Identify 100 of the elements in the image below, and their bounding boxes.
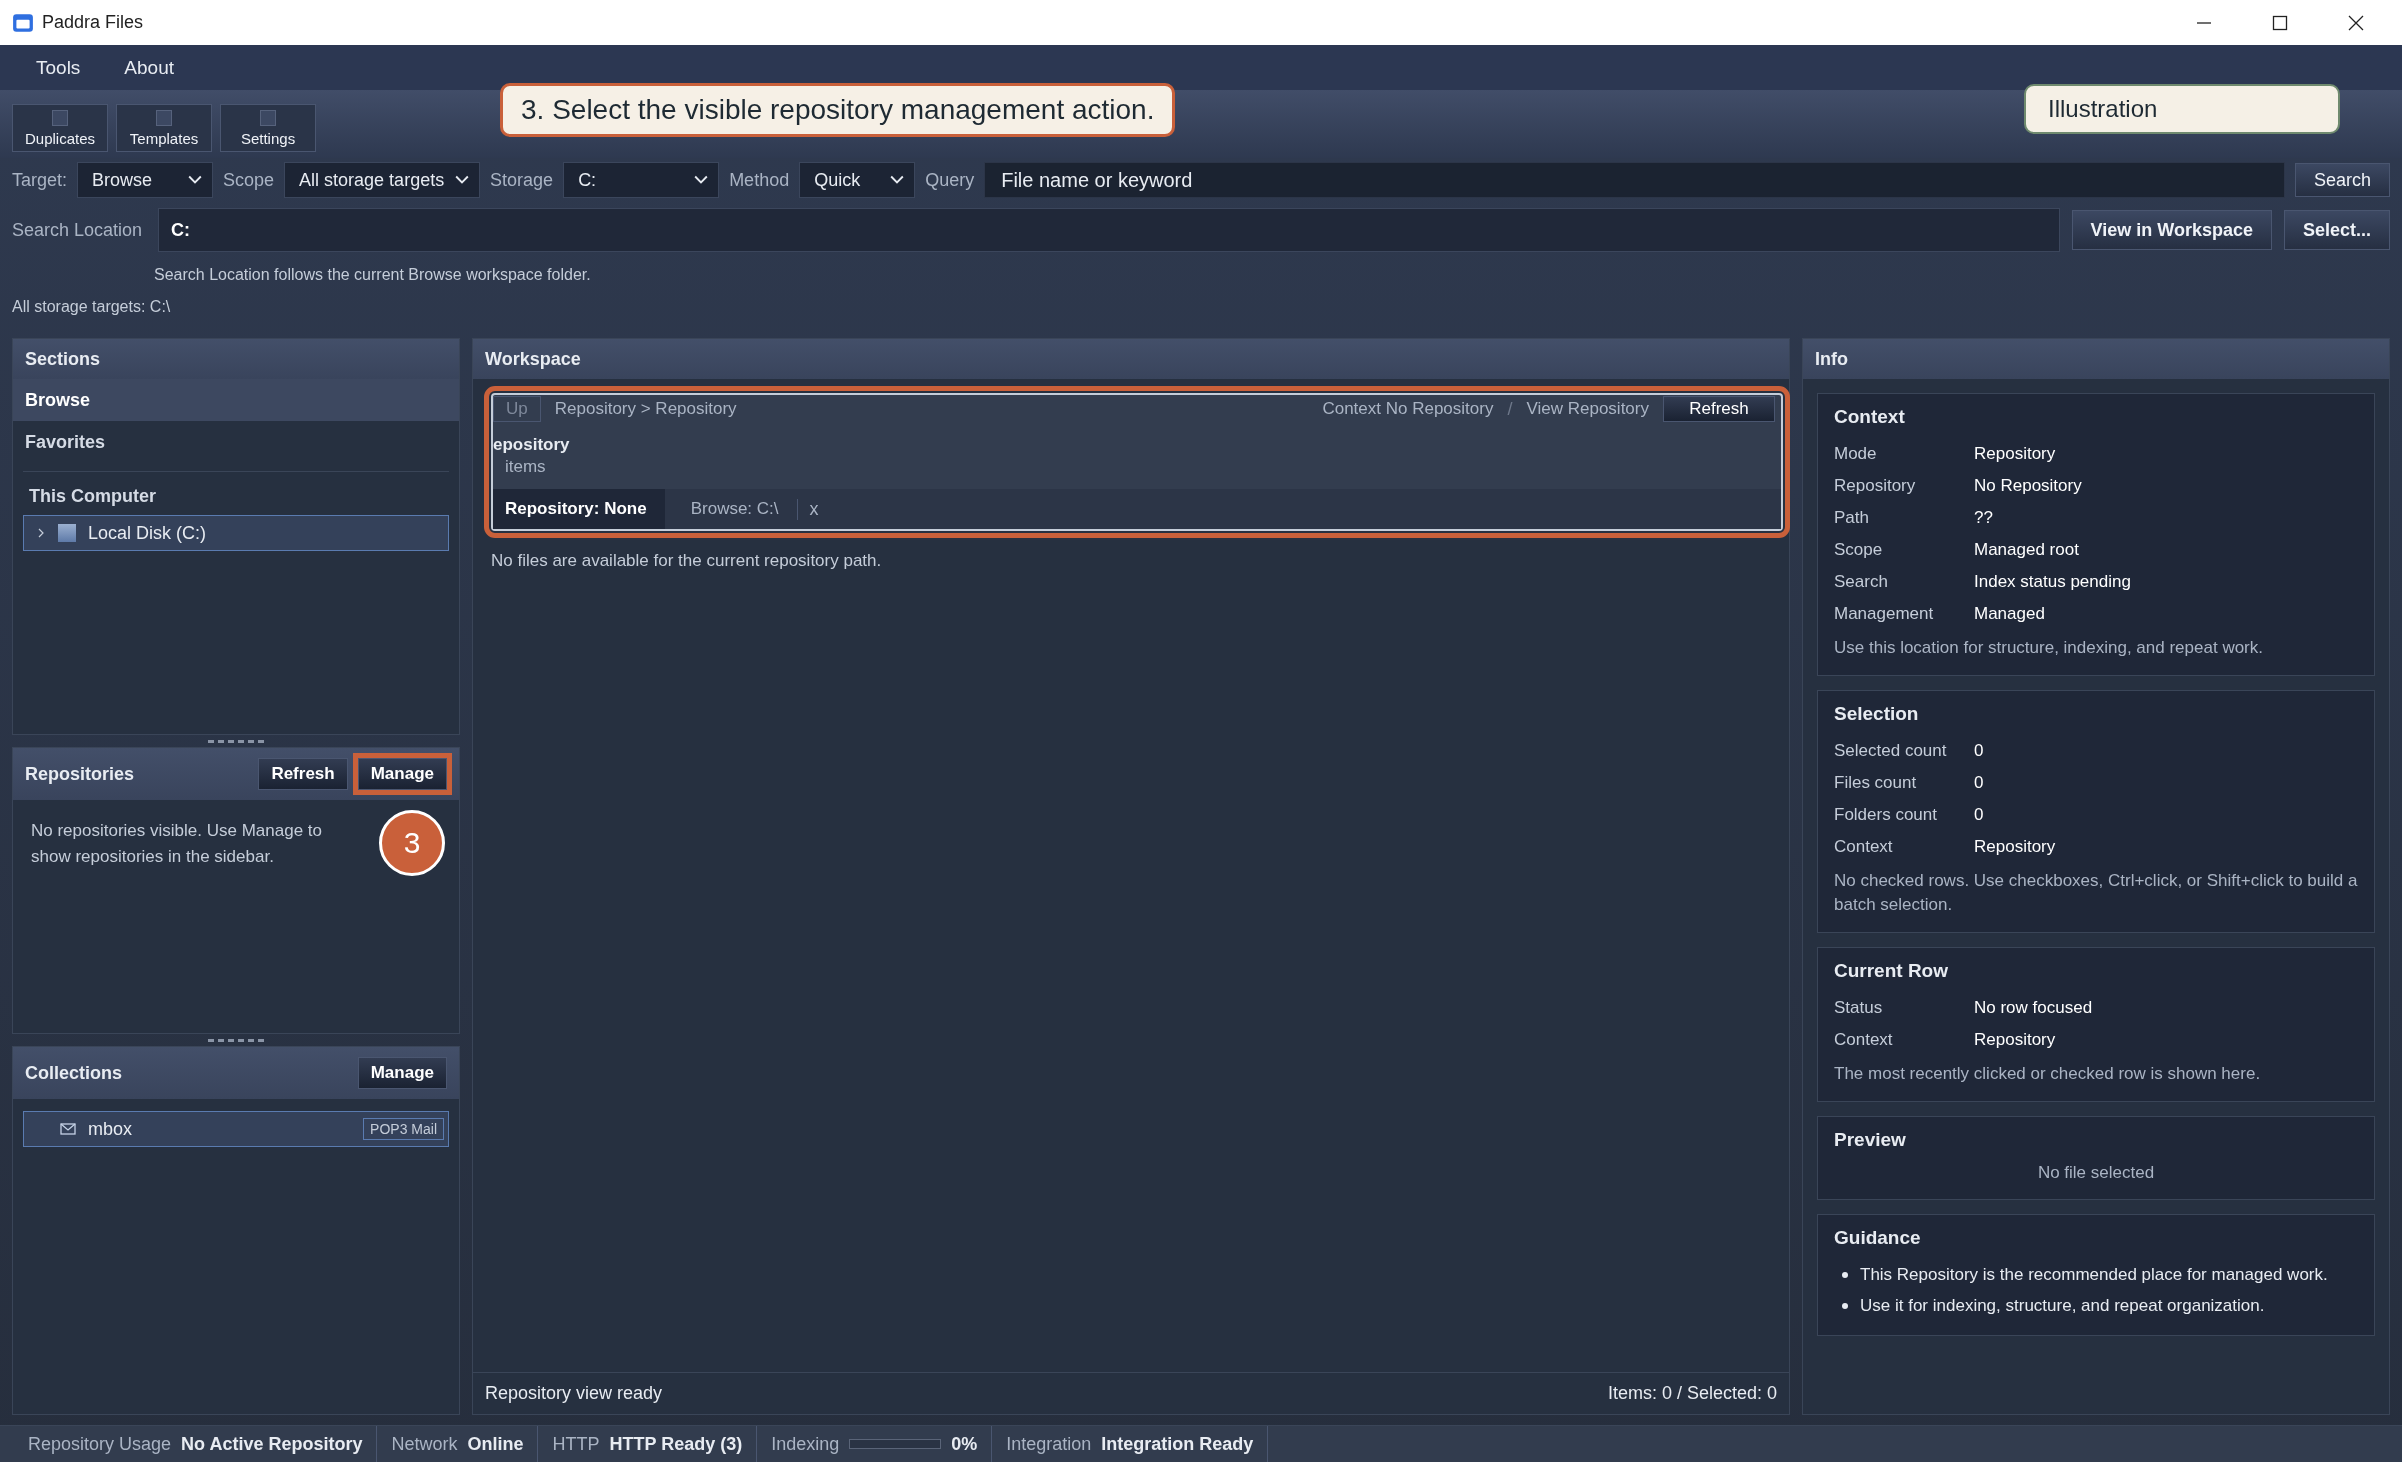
- field-label: Mode: [1834, 444, 1878, 464]
- status-label: Repository Usage: [28, 1433, 172, 1455]
- toolbar-button[interactable]: Templates: [116, 104, 213, 152]
- illustration-badge: Illustration: [2024, 84, 2340, 134]
- status-label: Integration: [1006, 1433, 1092, 1455]
- collection-item[interactable]: mbox POP3 Mail: [23, 1111, 449, 1147]
- query-field[interactable]: File name or keyword: [984, 162, 2285, 198]
- field-label: Scope: [1834, 540, 1884, 560]
- menu-item[interactable]: Tools: [14, 56, 103, 79]
- workspace-tab[interactable]: Browse: C:\: [678, 489, 797, 529]
- field-value: 0: [1974, 740, 1984, 761]
- field-value: Managed: [1974, 604, 2045, 624]
- item-count: items: [504, 457, 547, 477]
- card-title: Preview: [1834, 1128, 1907, 1151]
- field-label: Folders count: [1834, 804, 1938, 825]
- guidance-text: Use it for indexing, structure, and repeat organization.: [1860, 1295, 2265, 1316]
- card-title: Context: [1834, 406, 1906, 428]
- status-value: No Active Repository: [181, 1433, 363, 1455]
- empty-message: No repositories visible. Use Manage to show repositories in the sidebar.: [31, 820, 324, 868]
- field-value: Repository: [1974, 444, 2056, 464]
- chevron-down-icon[interactable]: [455, 175, 470, 185]
- breadcrumb[interactable]: Repository > Repository: [554, 399, 737, 419]
- field-value: ??: [1974, 508, 1993, 528]
- square-icon: [260, 110, 277, 126]
- field-label: Repository: [1834, 476, 1917, 496]
- filter-label: Target:: [12, 169, 68, 191]
- envelope-icon: [60, 1123, 76, 1135]
- panel-header: Workspace: [473, 339, 1789, 379]
- card-note: The most recently clicked or checked row is shown here.: [1834, 1062, 2262, 1085]
- toolbar-button[interactable]: Duplicates: [12, 104, 109, 152]
- chevron-down-icon[interactable]: [188, 175, 203, 185]
- panel-header: Sections: [13, 339, 459, 379]
- field-value: No Repository: [1974, 476, 2082, 496]
- status-value: Online: [467, 1433, 524, 1455]
- workspace-status: Repository view ready Items: 0 / Selected: 0: [473, 1372, 1789, 1414]
- status-value: Integration Ready: [1101, 1433, 1254, 1455]
- chevron-down-icon[interactable]: [890, 175, 905, 185]
- panel-button[interactable]: Manage: [357, 1057, 447, 1089]
- view-label: View Repository: [1526, 399, 1649, 419]
- field-label: Management: [1834, 604, 1935, 624]
- dropdown[interactable]: Browse: [77, 162, 214, 198]
- chevron-down-icon[interactable]: [694, 175, 709, 185]
- card-note: No checked rows. Use checkboxes, Ctrl+click, or Shift+click to build a batch selection.: [1834, 869, 2358, 917]
- field-label: Context: [1834, 836, 1894, 857]
- toolbar-button[interactable]: Settings: [220, 104, 317, 152]
- section-item[interactable]: Browse: [13, 379, 459, 421]
- dropdown[interactable]: C:: [563, 162, 720, 198]
- status-value: 0%: [951, 1433, 978, 1455]
- card-title: Selection: [1834, 702, 1920, 725]
- card-note: No file selected: [2036, 1161, 2156, 1184]
- filter-label: Method: [729, 169, 790, 191]
- workspace-tab[interactable]: Repository: None: [493, 489, 665, 529]
- context-label: Context No Repository: [1322, 399, 1494, 419]
- separator: /: [1507, 398, 1513, 420]
- tree-item[interactable]: Local Disk (C:): [23, 515, 449, 551]
- status-label: Network: [391, 1433, 458, 1455]
- workspace-heading: epository: [493, 434, 571, 456]
- card-note: Use this location for structure, indexing, and repeat work.: [1834, 637, 2264, 659]
- chevron-right-icon[interactable]: [36, 528, 46, 538]
- toolbar-button[interactable]: View in Workspace: [2071, 210, 2272, 250]
- field-value: 0: [1974, 772, 1984, 793]
- drive-icon: [58, 524, 76, 542]
- field-value: Repository: [1974, 1029, 2056, 1050]
- close-tab-button[interactable]: x: [796, 498, 831, 520]
- window-title: Paddra Files: [42, 12, 144, 33]
- filter-label: Scope: [223, 169, 275, 191]
- section-item[interactable]: Favorites: [13, 421, 459, 463]
- refresh-button[interactable]: Refresh: [1663, 396, 1775, 422]
- dropdown[interactable]: Quick: [799, 162, 916, 198]
- field-value: Managed root: [1974, 540, 2079, 560]
- field-label: Status: [1834, 997, 1884, 1018]
- status-label: Indexing: [771, 1433, 840, 1455]
- menu-item[interactable]: About: [102, 56, 196, 79]
- card-title: Guidance: [1834, 1227, 1922, 1250]
- field-value: Repository: [1974, 836, 2056, 857]
- square-icon: [156, 110, 173, 126]
- search-button[interactable]: Search: [2294, 163, 2390, 197]
- dropdown[interactable]: All storage targets: [284, 162, 481, 198]
- instruction-callout: 3. Select the visible repository management action.: [500, 83, 1176, 137]
- field-label: Files count: [1834, 772, 1918, 793]
- panel-title: Repositories: [25, 763, 136, 785]
- field-label: Search Location: [12, 219, 143, 241]
- empty-message: No files are available for the current repository path.: [490, 550, 883, 572]
- collection-name: mbox: [88, 1118, 133, 1140]
- storage-summary: All storage targets: C:\: [11, 297, 172, 316]
- hint-text: Search Location follows the current Browse workspace folder.: [153, 265, 592, 284]
- guidance-text: This Repository is the recommended place for managed work.: [1860, 1264, 2328, 1285]
- step-marker: 3: [379, 810, 445, 876]
- panel-header: Info: [1803, 339, 2389, 379]
- search-location-field[interactable]: C:: [158, 208, 2060, 252]
- toolbar-button[interactable]: Select...: [2283, 210, 2390, 250]
- filter-label: Storage: [490, 169, 554, 191]
- field-label: Selected count: [1834, 740, 1948, 761]
- status-value: HTTP Ready (3): [609, 1433, 743, 1455]
- panel-button[interactable]: Refresh: [258, 758, 348, 790]
- field-value: No row focused: [1974, 997, 2093, 1018]
- square-icon: [52, 110, 68, 126]
- field-value: 0: [1974, 804, 1984, 825]
- filter-label: Query: [925, 169, 975, 191]
- status-label: HTTP: [552, 1433, 600, 1455]
